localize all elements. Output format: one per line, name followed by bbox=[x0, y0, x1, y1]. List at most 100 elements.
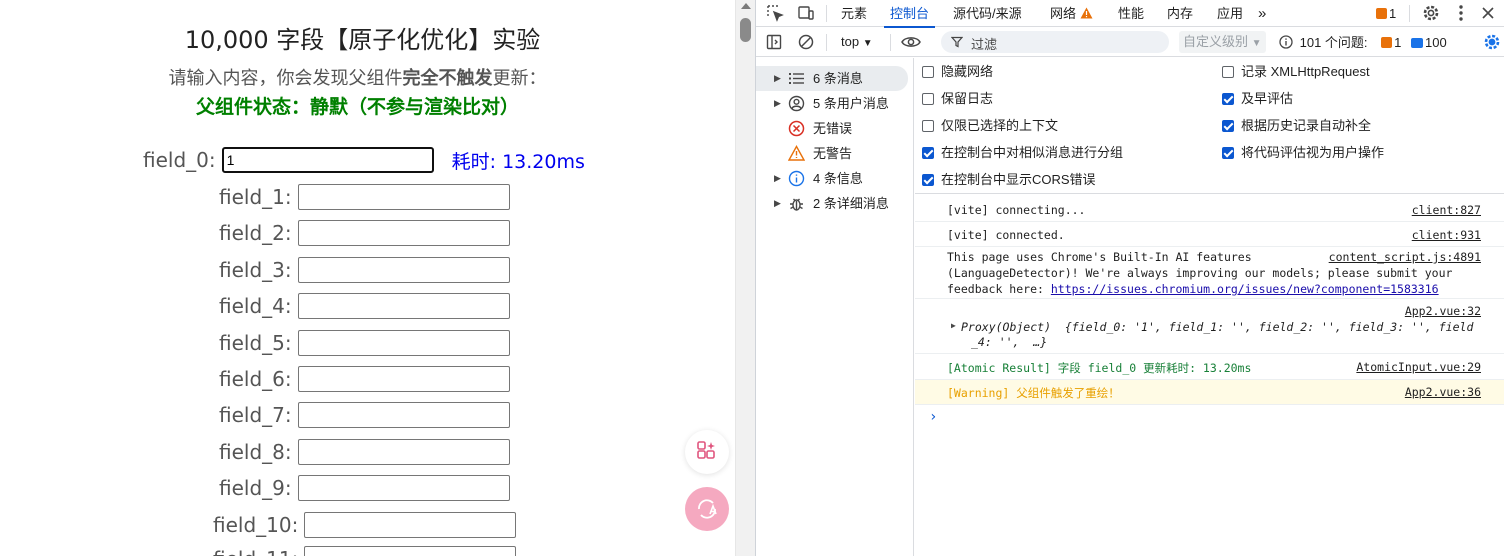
devtools-tabbar: 元素 控制台 源代码/来源 网络 性能 内存 应用 » 1 bbox=[756, 0, 1504, 28]
expand-arrow-icon[interactable]: ▶ bbox=[774, 66, 781, 91]
field-0-input[interactable] bbox=[221, 147, 434, 173]
clear-console-icon[interactable] bbox=[796, 32, 816, 52]
checkbox[interactable] bbox=[1222, 120, 1234, 132]
field-3-input[interactable] bbox=[297, 257, 510, 283]
field-11-input[interactable] bbox=[304, 546, 517, 556]
tab-memory[interactable]: 内存 bbox=[1167, 0, 1193, 27]
field-label: field_2: bbox=[219, 221, 292, 245]
console-message-object: App2.vue:32 ▶ Proxy(Object) {field_0: '1… bbox=[915, 299, 1504, 354]
proxy-preview-cont: _4: '', …} bbox=[971, 335, 1048, 349]
filter-icon bbox=[951, 36, 963, 48]
message-source-link[interactable]: AtomicInput.vue:29 bbox=[1356, 360, 1481, 374]
issues-warn-count: 1 bbox=[1394, 35, 1402, 50]
message-text: (LanguageDetector)! We're always improvi… bbox=[947, 266, 1453, 280]
more-menu-icon[interactable] bbox=[1451, 3, 1471, 23]
log-levels-dropdown[interactable]: 自定义级别 ▼ bbox=[1179, 31, 1266, 53]
sidebar-item-user-messages[interactable]: ▶ 5 条用户消息 bbox=[756, 91, 908, 116]
setting-label: 及早评估 bbox=[1241, 91, 1294, 106]
message-source-link[interactable]: App2.vue:36 bbox=[1405, 385, 1481, 399]
console-settings-gear-icon[interactable] bbox=[1482, 32, 1502, 52]
expand-arrow-icon[interactable]: ▶ bbox=[774, 166, 781, 191]
checkbox[interactable] bbox=[922, 66, 934, 78]
checkbox[interactable] bbox=[1222, 147, 1234, 159]
scroll-up-arrow-icon[interactable] bbox=[741, 3, 751, 9]
eye-icon[interactable] bbox=[901, 32, 921, 52]
checkbox[interactable] bbox=[922, 120, 934, 132]
message-source-link[interactable]: client:827 bbox=[1412, 203, 1481, 217]
feedback-link[interactable]: https://issues.chromium.org/issues/new?c… bbox=[1051, 282, 1439, 296]
field-row-7: field_7: bbox=[219, 401, 510, 429]
console-message-warning: [Warning] 父组件触发了重绘！ App2.vue:36 bbox=[915, 380, 1504, 405]
scroll-thumb[interactable] bbox=[740, 18, 751, 42]
field-label: field_6: bbox=[219, 367, 292, 391]
sidebar-label: 无错误 bbox=[813, 121, 853, 136]
expand-object-arrow-icon[interactable]: ▶ bbox=[951, 321, 956, 330]
page-scrollbar[interactable] bbox=[735, 0, 755, 556]
separator bbox=[826, 34, 827, 51]
tab-application[interactable]: 应用 bbox=[1217, 0, 1243, 27]
message-source-link[interactable]: client:931 bbox=[1412, 228, 1481, 242]
sidebar-item-messages[interactable]: ▶ 6 条消息 bbox=[756, 66, 908, 91]
subtitle-text: 请输入内容，你会发现父组件 bbox=[168, 68, 403, 89]
tab-sources[interactable]: 源代码/来源 bbox=[953, 0, 1022, 27]
sidebar-item-errors[interactable]: 无错误 bbox=[756, 116, 908, 141]
separator bbox=[890, 34, 891, 51]
field-6-input[interactable] bbox=[297, 366, 510, 392]
field-5-input[interactable] bbox=[297, 330, 510, 356]
parent-status: 父组件状态：静默（不参与渲染比对） bbox=[195, 96, 519, 118]
message-source-link[interactable]: content_script.js:4891 bbox=[1329, 250, 1481, 264]
ai-tools-button[interactable] bbox=[685, 430, 729, 474]
context-selector[interactable]: top ▼ bbox=[841, 34, 873, 49]
checkbox[interactable] bbox=[922, 93, 934, 105]
tab-console[interactable]: 控制台 bbox=[883, 0, 936, 28]
console-prompt-chevron-icon[interactable]: › bbox=[929, 409, 937, 425]
field-4-input[interactable] bbox=[297, 293, 510, 319]
console-sidebar: ▶ 6 条消息 ▶ 5 条用户消息 无错误 无警告 ▶ 4 条信息 ▶ 2 条详… bbox=[756, 58, 914, 556]
gear-icon[interactable] bbox=[1421, 3, 1441, 23]
page-subtitle: 请输入内容，你会发现父组件完全不触发更新： bbox=[0, 64, 715, 90]
field-label: field_8: bbox=[219, 440, 292, 464]
checkbox[interactable] bbox=[1222, 66, 1234, 78]
field-7-input[interactable] bbox=[297, 402, 510, 428]
device-toolbar-icon[interactable] bbox=[796, 3, 816, 23]
sidebar-item-verbose[interactable]: ▶ 2 条详细消息 bbox=[756, 191, 908, 216]
field-label: field_10: bbox=[213, 513, 299, 537]
tab-elements[interactable]: 元素 bbox=[841, 0, 867, 27]
tab-performance[interactable]: 性能 bbox=[1118, 0, 1144, 27]
field-row-2: field_2: bbox=[219, 219, 510, 247]
field-2-input[interactable] bbox=[297, 220, 510, 246]
sidebar-toggle-icon[interactable] bbox=[764, 32, 784, 52]
proxy-label[interactable]: Proxy(Object) bbox=[961, 320, 1051, 334]
sidebar-item-info[interactable]: ▶ 4 条信息 bbox=[756, 166, 908, 191]
field-label: field_4: bbox=[219, 294, 292, 318]
close-devtools-icon[interactable] bbox=[1478, 3, 1498, 23]
console-message: This page uses Chrome's Built-In AI feat… bbox=[915, 247, 1504, 299]
field-8-input[interactable] bbox=[297, 439, 510, 465]
field-row-6: field_6: bbox=[219, 365, 510, 393]
console-filter-input[interactable]: 过滤 bbox=[941, 31, 1169, 53]
more-tabs-chevron-icon[interactable]: » bbox=[1258, 0, 1266, 27]
checkbox[interactable] bbox=[922, 147, 934, 159]
field-row-9: field_9: bbox=[219, 474, 510, 502]
expand-arrow-icon[interactable]: ▶ bbox=[774, 91, 781, 116]
warnings-counter[interactable]: 1 bbox=[1376, 0, 1396, 27]
field-1-input[interactable] bbox=[297, 184, 510, 210]
sidebar-item-warnings[interactable]: 无警告 bbox=[756, 141, 908, 166]
field-row-1: field_1: bbox=[219, 183, 510, 211]
field-10-input[interactable] bbox=[304, 512, 517, 538]
checkbox[interactable] bbox=[1222, 93, 1234, 105]
warnings-count: 1 bbox=[1389, 6, 1397, 21]
sidebar-label: 2 条详细消息 bbox=[813, 196, 889, 211]
field-9-input[interactable] bbox=[297, 475, 510, 501]
checkbox[interactable] bbox=[922, 174, 934, 186]
tab-network[interactable]: 网络 bbox=[1050, 0, 1093, 27]
translate-button[interactable] bbox=[685, 487, 729, 531]
field-row-8: field_8: bbox=[219, 438, 510, 466]
field-label: field_1: bbox=[219, 185, 292, 209]
console-message: [vite] connected. client:931 bbox=[915, 222, 1504, 247]
expand-arrow-icon[interactable]: ▶ bbox=[774, 191, 781, 216]
message-source-link[interactable]: App2.vue:32 bbox=[1405, 304, 1481, 318]
inspect-element-icon[interactable] bbox=[765, 3, 785, 23]
warning-badge-icon bbox=[1376, 8, 1387, 19]
issues-counter[interactable]: 101 个问题: 1 100 bbox=[1279, 32, 1447, 51]
